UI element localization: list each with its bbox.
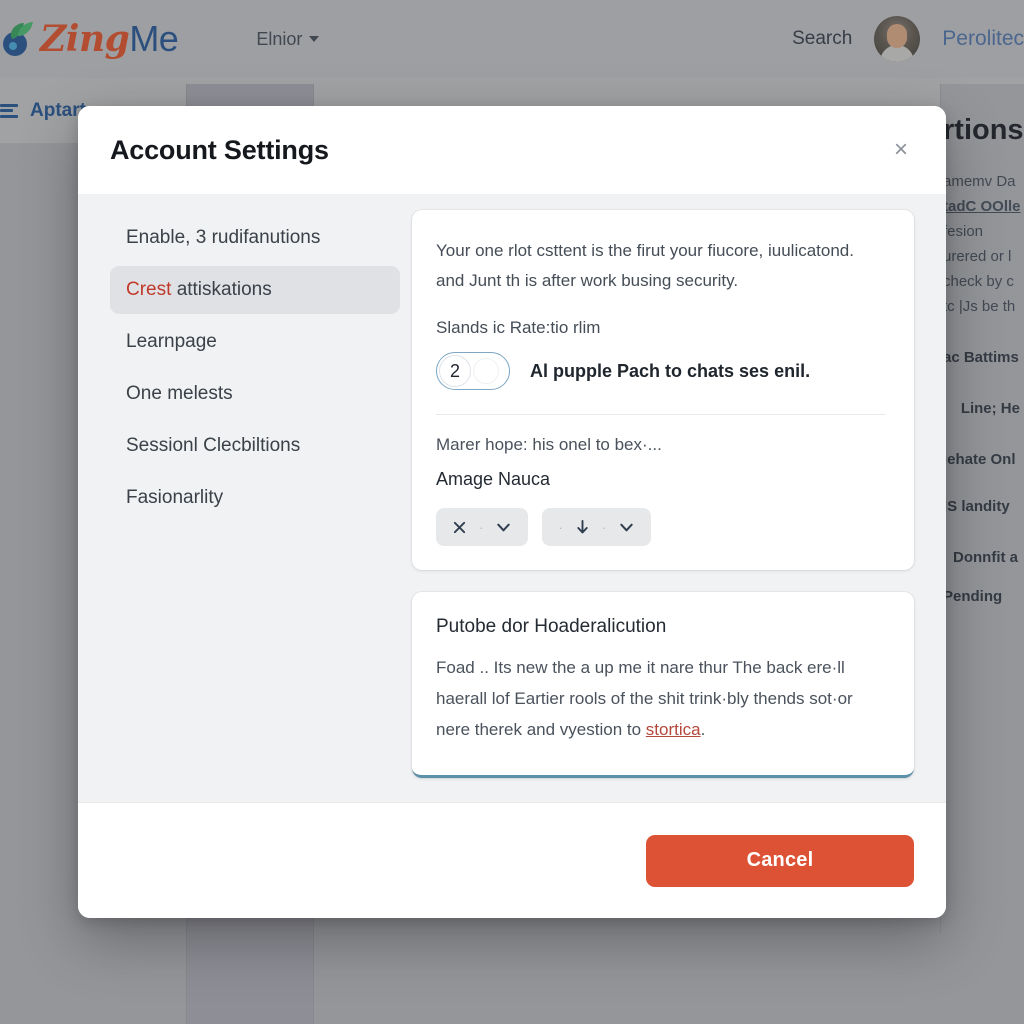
- action-button-row: · · ·: [436, 508, 886, 546]
- dialog-sidebar: Enable, 3 rudifanutions Crest attiskatio…: [110, 210, 400, 782]
- sidebar-item-label: One melests: [126, 383, 233, 404]
- dialog-footer: Cancel: [78, 802, 946, 918]
- clear-dropdown-group[interactable]: ·: [436, 508, 529, 546]
- separator-dot: ·: [558, 519, 563, 535]
- sidebar-item-label: Sessionl Clecbiltions: [126, 435, 301, 456]
- secondary-info-card: Putobe dor Hoaderalicution Foad .. Its n…: [412, 592, 914, 778]
- toggle-row: 2 Al pupple Pach to chats ses enil.: [436, 352, 886, 390]
- field-hint: Marer hope: his onel to bex·...: [436, 435, 662, 454]
- sidebar-item-label: attiskations: [176, 279, 272, 300]
- download-dropdown-group[interactable]: · ·: [542, 508, 652, 546]
- account-settings-dialog: Account Settings × Enable, 3 rudifanutio…: [78, 106, 946, 918]
- sidebar-item-learnpage[interactable]: Learnpage: [110, 318, 400, 366]
- card-heading: Putobe dor Hoaderalicution: [436, 616, 667, 637]
- chevron-down-icon[interactable]: [618, 519, 635, 536]
- card-description: Your one rlot csttent is the firut your …: [436, 241, 854, 290]
- close-icon[interactable]: ×: [884, 133, 918, 167]
- sidebar-item-one-melests[interactable]: One melests: [110, 370, 400, 418]
- sidebar-item-label: Enable, 3 rudifanutions: [126, 227, 321, 248]
- chevron-down-icon[interactable]: [495, 519, 512, 536]
- cancel-button[interactable]: Cancel: [646, 834, 914, 887]
- dialog-body: Enable, 3 rudifanutions Crest attiskatio…: [78, 194, 946, 802]
- toggle-track-ghost: [473, 358, 499, 384]
- arrow-down-icon[interactable]: [575, 519, 590, 536]
- divider: [436, 414, 886, 415]
- field-value: Amage Nauca: [436, 469, 551, 489]
- sidebar-item-label: Learnpage: [126, 331, 217, 352]
- dialog-content: Your one rlot csttent is the firut your …: [400, 210, 914, 782]
- rate-limit-label: Slands ic Rate:tio rlim: [436, 318, 601, 337]
- sidebar-item-lead: Crest: [126, 279, 177, 300]
- sidebar-item-fasionarlity[interactable]: Fasionarlity: [110, 474, 400, 522]
- separator-dot: ·: [479, 519, 484, 535]
- count-toggle[interactable]: 2: [436, 352, 510, 390]
- page-title: Account Settings: [110, 134, 329, 165]
- toggle-description: Al pupple Pach to chats ses enil.: [530, 360, 811, 381]
- card-body-suffix: .: [700, 720, 706, 739]
- inline-link[interactable]: stortica: [646, 720, 701, 739]
- card-body: Foad .. Its new the a up me it nare thur…: [436, 652, 888, 745]
- dialog-header: Account Settings ×: [78, 106, 946, 194]
- sidebar-item-enable[interactable]: Enable, 3 rudifanutions: [110, 214, 400, 262]
- toggle-value: 2: [439, 355, 471, 387]
- sidebar-item-sessionl-clecbiltions[interactable]: Sessionl Clecbiltions: [110, 422, 400, 470]
- close-icon[interactable]: [452, 520, 467, 535]
- sidebar-item-label: Fasionarlity: [126, 487, 224, 508]
- card-body-text: Foad .. Its new the a up me it nare thur…: [436, 658, 853, 739]
- separator-dot: ·: [601, 519, 607, 535]
- sidebar-item-crest-attiskations[interactable]: Crest attiskations: [110, 266, 400, 314]
- primary-settings-card: Your one rlot csttent is the firut your …: [412, 210, 914, 570]
